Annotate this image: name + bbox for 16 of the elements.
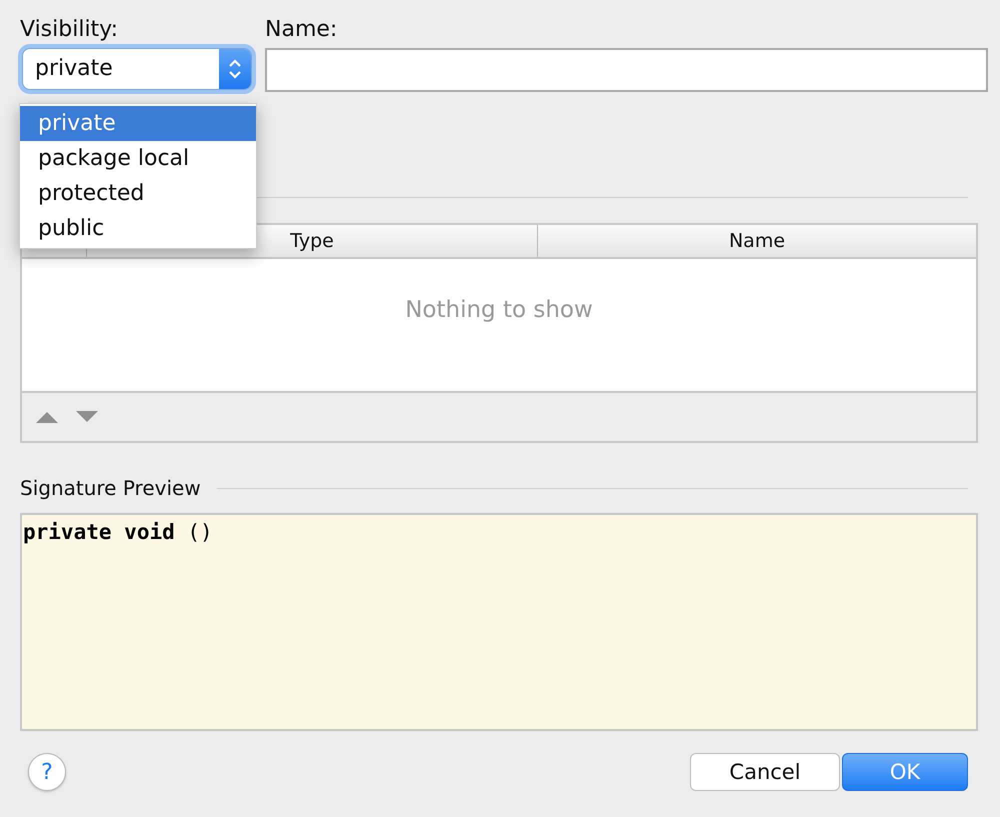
name-input[interactable] (265, 48, 988, 92)
column-header: Name (537, 225, 976, 257)
stepper-arrows-icon (227, 57, 243, 81)
field-label: Visibility: (20, 16, 120, 44)
menu-item[interactable]: private (20, 106, 256, 141)
section-title: Signature Preview (20, 475, 201, 502)
help-button[interactable]: ? (28, 753, 66, 791)
cancel-button[interactable]: Cancel (690, 753, 840, 791)
move-up-icon[interactable] (36, 411, 58, 423)
code-preview: private void () (23, 519, 214, 546)
empty-message: Nothing to show (405, 296, 593, 325)
menu-item[interactable]: public (20, 211, 256, 246)
menu-item[interactable]: package local (20, 141, 256, 176)
move-down-icon[interactable] (76, 411, 98, 423)
menu-item[interactable]: protected (20, 176, 256, 211)
field-label: Name: (265, 16, 338, 44)
